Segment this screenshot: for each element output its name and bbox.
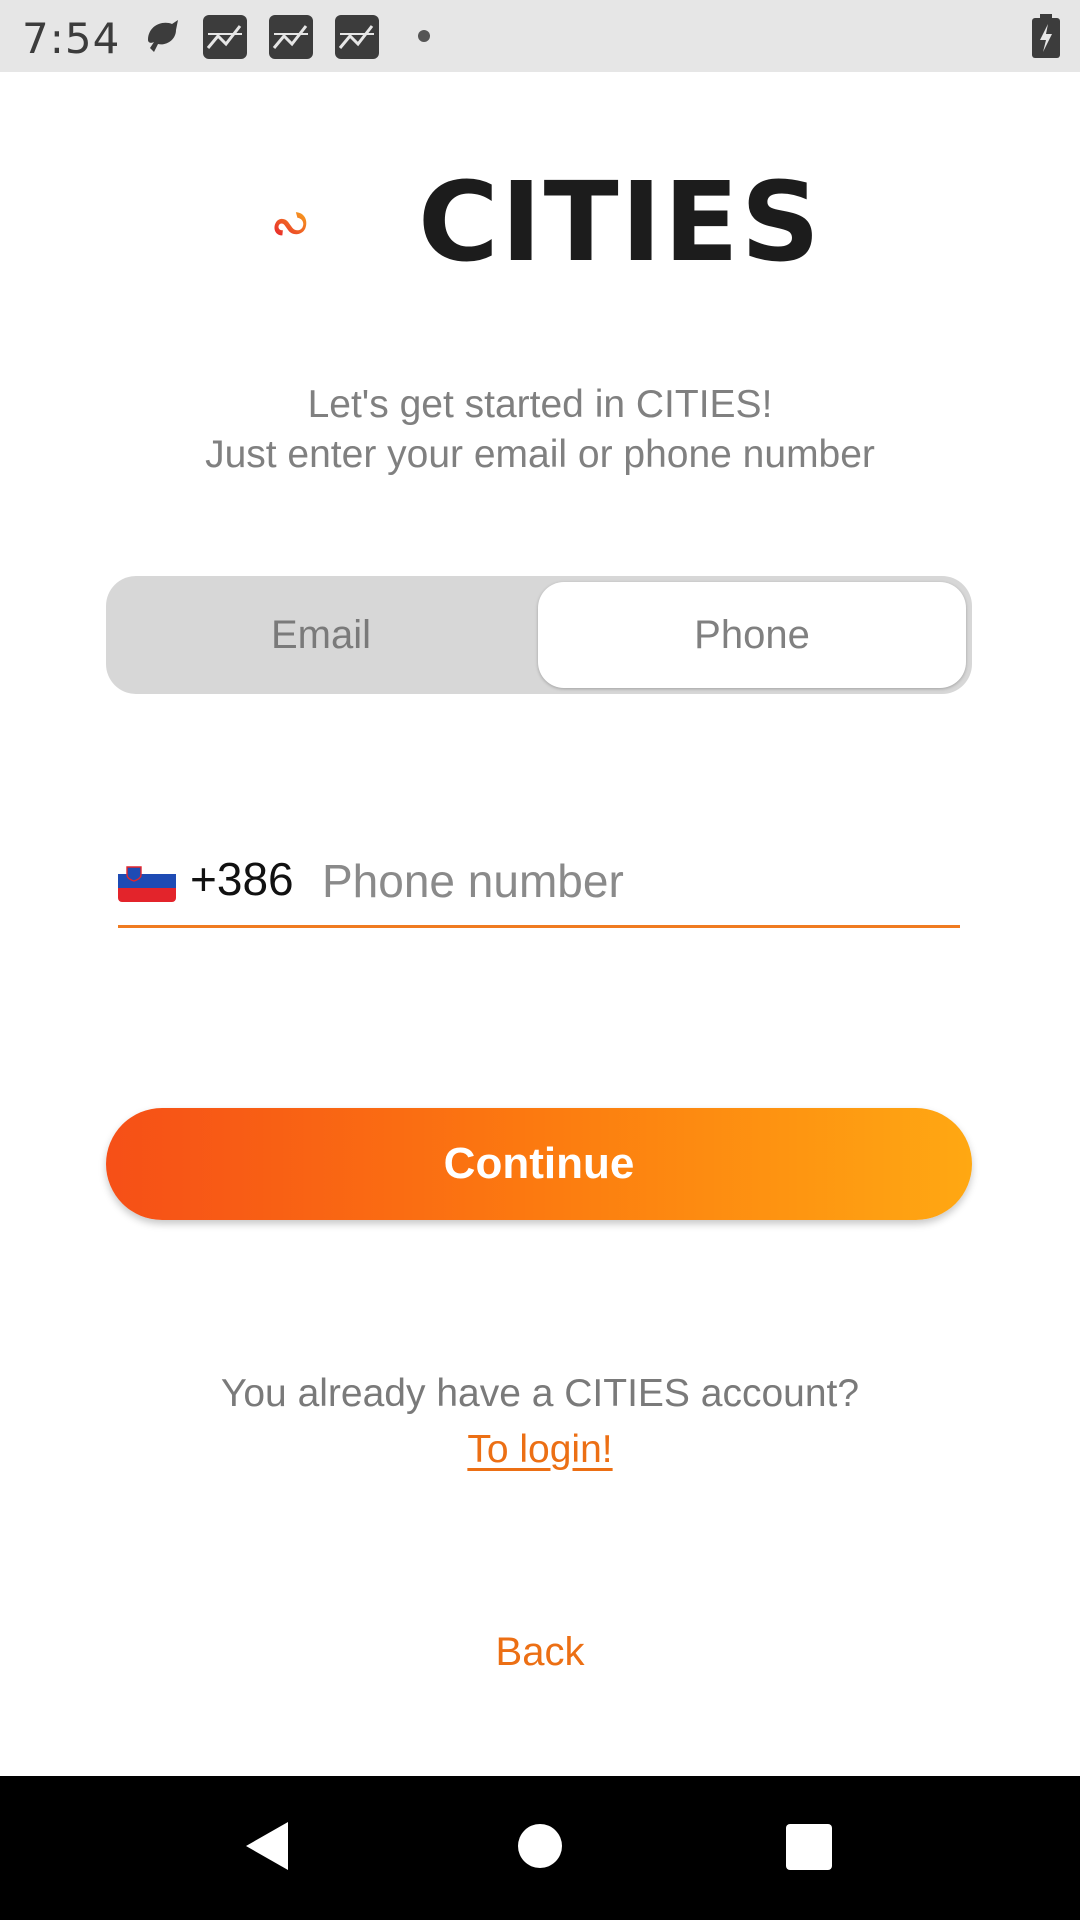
- login-link: To login!: [0, 1428, 1080, 1472]
- continue-button[interactable]: Continue: [106, 1108, 972, 1220]
- chart-app-icon: [202, 14, 248, 65]
- tab-phone[interactable]: Phone: [538, 582, 966, 688]
- email-phone-toggle: Email Phone: [106, 576, 972, 694]
- intro-line-1: Let's get started in CITIES!: [307, 383, 773, 426]
- chart-app-icon: [268, 14, 314, 65]
- bird-notification-icon: [142, 14, 182, 63]
- navigation-bar: [0, 1776, 1080, 1920]
- cities-logo-mark-icon: [274, 212, 307, 236]
- slovenia-flag-icon[interactable]: [118, 860, 176, 902]
- chart-app-icon: [334, 14, 380, 65]
- dot-icon: [418, 30, 430, 42]
- logo-wordmark: CITIES: [418, 158, 822, 286]
- intro-line-2: Just enter your email or phone number: [205, 433, 875, 476]
- home-icon[interactable]: [518, 1824, 562, 1868]
- phone-field: +386: [118, 840, 960, 928]
- back-row: Back: [0, 1630, 1080, 1675]
- to-login-link[interactable]: To login!: [467, 1428, 612, 1471]
- battery-charging-icon: [1032, 14, 1060, 63]
- status-bar: 7:54: [0, 0, 1080, 72]
- status-time: 7:54: [22, 14, 121, 63]
- back-link[interactable]: Back: [496, 1630, 585, 1674]
- intro-text: Let's get started in CITIES! Just enter …: [0, 380, 1080, 480]
- recent-apps-icon[interactable]: [786, 1824, 832, 1870]
- phone-number-input[interactable]: [322, 846, 952, 916]
- login-question: You already have a CITIES account?: [220, 1372, 860, 1415]
- tab-email[interactable]: Email: [106, 576, 536, 694]
- back-icon[interactable]: [242, 1820, 290, 1877]
- dial-code[interactable]: +386: [190, 852, 294, 906]
